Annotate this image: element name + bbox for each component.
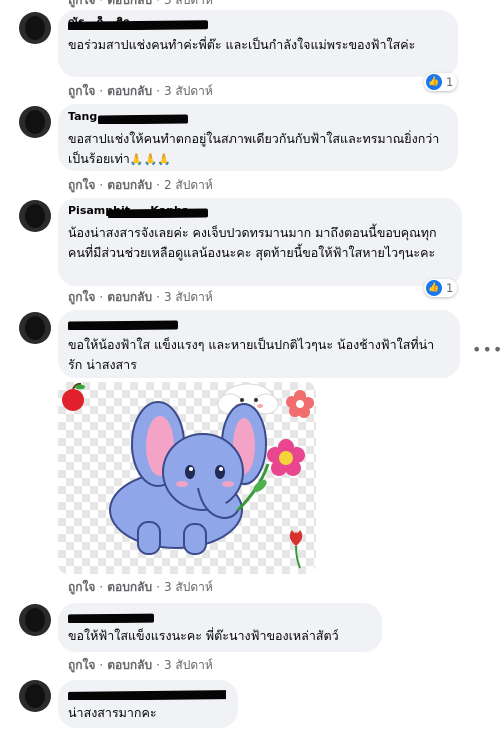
timestamp[interactable]: 3 สัปดาห์ xyxy=(164,82,213,101)
pray-emoji: 🙏🙏🙏 xyxy=(129,153,171,166)
comment-actions: ถูกใจ · ตอบกลับ · 3 สัปดาห์ xyxy=(68,578,213,597)
redaction-bar xyxy=(68,613,155,623)
comment-actions-top: ถูกใจ · ตอบกลับ · 3 สัปดาห์ xyxy=(68,0,213,10)
like-link[interactable]: ถูกใจ xyxy=(68,578,95,597)
avatar[interactable] xyxy=(19,604,51,636)
comment-actions: ถูกใจ · ตอบกลับ · 3 สัปดาห์ xyxy=(68,288,213,307)
timestamp[interactable]: 3 สัปดาห์ xyxy=(164,578,213,597)
comment-text: ขอให้น้องฟ้าใส แข็งแรงๆ และหายเป็นปกติไว… xyxy=(68,337,435,372)
reaction-count[interactable]: 👍 1 xyxy=(424,73,458,91)
commenter-name[interactable]: ... xyxy=(68,686,226,700)
avatar[interactable] xyxy=(19,200,51,232)
elephant-illustration xyxy=(62,382,314,569)
redaction-bar xyxy=(68,690,226,700)
commenter-name[interactable]: ... xyxy=(68,609,370,623)
reaction-count[interactable]: 👍 1 xyxy=(424,279,458,297)
redaction-bar xyxy=(97,114,189,124)
timestamp[interactable]: 3 สัปดาห์ xyxy=(164,656,213,675)
commenter-name[interactable]: ณัฐ...ก็...ติก xyxy=(68,16,446,30)
avatar[interactable] xyxy=(19,312,51,344)
comment-bubble: ... ขอให้น้องฟ้าใส แข็งแรงๆ และหายเป็นปก… xyxy=(58,310,460,378)
like-link[interactable]: ถูกใจ xyxy=(68,82,95,101)
reply-link[interactable]: ตอบกลับ xyxy=(107,82,152,101)
more-options-icon[interactable]: ••• xyxy=(472,340,503,359)
timestamp[interactable]: 3 สัปดาห์ xyxy=(164,0,213,10)
comment-actions: ถูกใจ · ตอบกลับ · 3 สัปดาห์ xyxy=(68,82,213,101)
comment-bubble: ... ขอให้ฟ้าใสแข็งแรงนะคะ พี่ต๊ะนางฟ้าขอ… xyxy=(58,603,382,652)
like-link[interactable]: ถูกใจ xyxy=(68,656,95,675)
timestamp[interactable]: 2 สัปดาห์ xyxy=(164,176,213,195)
comment-actions: ถูกใจ · ตอบกลับ · 3 สัปดาห์ xyxy=(68,656,213,675)
redaction-bar xyxy=(68,20,209,30)
commenter-name[interactable]: Pisamphit ... Kanha... xyxy=(68,204,450,218)
comment-text: ขอร่วมสาปแช่งคนทำค่ะพี่ต๊ะ และเป็นกำลังใ… xyxy=(68,37,416,52)
comment-bubble: Tang ... ขอสาปแช่งให้คนทำตกอยู่ในสภาพเดี… xyxy=(58,104,458,171)
comment-text: น้องน่าสงสารจังเลยค่ะ คงเจ็บปวดทรมานมาก … xyxy=(68,225,437,260)
avatar[interactable] xyxy=(19,680,51,712)
redaction-bar xyxy=(107,208,209,218)
thumbs-up-icon: 👍 xyxy=(426,280,442,296)
comment-text: ขอสาปแช่งให้คนทำตกอยู่ในสภาพเดียวกันกับฟ… xyxy=(68,131,440,166)
reply-link[interactable]: ตอบกลับ xyxy=(107,0,152,10)
comment-text: ขอให้ฟ้าใสแข็งแรงนะคะ พี่ต๊ะนางฟ้าของเหล… xyxy=(68,628,339,643)
comment-bubble: ณัฐ...ก็...ติก ขอร่วมสาปแช่งคนทำค่ะพี่ต๊… xyxy=(58,10,458,77)
reply-link[interactable]: ตอบกลับ xyxy=(107,578,152,597)
thumbs-up-icon: 👍 xyxy=(426,74,442,90)
redaction-bar xyxy=(68,320,179,330)
reply-link[interactable]: ตอบกลับ xyxy=(107,288,152,307)
comment-text: น่าสงสารมากคะ xyxy=(68,705,157,720)
like-link[interactable]: ถูกใจ xyxy=(68,288,95,307)
like-link[interactable]: ถูกใจ xyxy=(68,176,95,195)
commenter-name[interactable]: Tang ... xyxy=(68,110,446,124)
reply-link[interactable]: ตอบกลับ xyxy=(107,656,152,675)
commenter-name[interactable]: ... xyxy=(68,316,448,330)
elephant-sticker[interactable] xyxy=(58,382,316,574)
like-link[interactable]: ถูกใจ xyxy=(68,0,95,10)
avatar[interactable] xyxy=(19,12,51,44)
comment-bubble: ... น่าสงสารมากคะ xyxy=(58,680,238,728)
comment-bubble: Pisamphit ... Kanha... น้องน่าสงสารจังเล… xyxy=(58,198,462,286)
timestamp[interactable]: 3 สัปดาห์ xyxy=(164,288,213,307)
reply-link[interactable]: ตอบกลับ xyxy=(107,176,152,195)
comment-actions: ถูกใจ · ตอบกลับ · 2 สัปดาห์ xyxy=(68,176,213,195)
avatar[interactable] xyxy=(19,106,51,138)
